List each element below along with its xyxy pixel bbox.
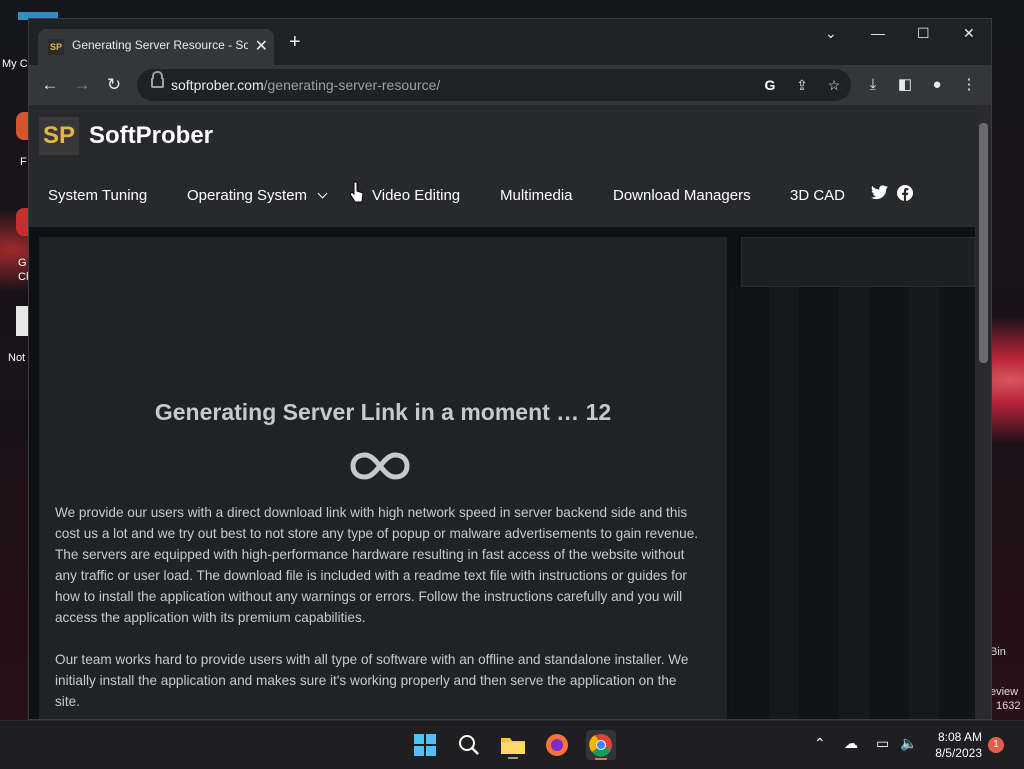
facebook-icon[interactable] bbox=[897, 185, 913, 205]
sidebar-widget bbox=[741, 237, 975, 287]
twitter-icon[interactable] bbox=[871, 185, 888, 204]
clock[interactable]: 8:08 AM 8/5/2023 bbox=[928, 729, 982, 761]
volume-icon[interactable]: 🔈 bbox=[900, 735, 917, 752]
notification-badge[interactable]: 1 bbox=[988, 737, 1004, 753]
chevron-down-icon bbox=[317, 188, 328, 199]
scrollbar[interactable] bbox=[975, 105, 991, 719]
chrome-icon[interactable] bbox=[586, 730, 616, 760]
desktop-icon-firefox[interactable] bbox=[16, 112, 28, 140]
forward-button[interactable]: → bbox=[70, 73, 94, 97]
firefox-icon[interactable] bbox=[542, 730, 572, 760]
taskbar: ⌃ ☁ ▭ 🔈 8:08 AM 8/5/2023 1 bbox=[0, 720, 1024, 769]
reload-button[interactable]: ↻ bbox=[102, 73, 126, 97]
background-pattern bbox=[729, 287, 975, 719]
desktop-label-review: eview bbox=[990, 686, 1019, 698]
new-tab-button[interactable]: + bbox=[289, 31, 301, 54]
scrollbar-thumb[interactable] bbox=[979, 123, 988, 363]
browser-toolbar: ← → ↻ softprober.com/generating-server-r… bbox=[29, 65, 991, 105]
browser-window: SP Generating Server Resource - SoftProb… bbox=[28, 18, 992, 720]
tab-search-chevron-icon[interactable]: ⌄ bbox=[825, 25, 837, 42]
hand-cursor-icon bbox=[350, 181, 364, 203]
side-panel-icon[interactable]: ◧ bbox=[895, 75, 915, 95]
paragraph-1: We provide our users with a direct downl… bbox=[55, 505, 699, 625]
desktop-label-number: 1632 bbox=[996, 700, 1021, 712]
lock-icon[interactable] bbox=[151, 71, 164, 88]
page-heading: Generating Server Link in a moment … 12 bbox=[154, 399, 612, 425]
main-content: Generating Server Link in a moment … 12 … bbox=[39, 237, 727, 719]
nav-system-tuning[interactable]: System Tuning bbox=[48, 187, 147, 204]
share-icon[interactable]: ⇪ bbox=[793, 76, 811, 94]
address-bar[interactable]: softprober.com/generating-server-resourc… bbox=[137, 69, 851, 101]
nav-operating-system[interactable]: Operating System bbox=[187, 187, 328, 204]
minimize-button[interactable]: — bbox=[871, 25, 885, 41]
tab-title: Generating Server Resource - SoftProber bbox=[72, 38, 248, 52]
desktop-label-bin: Bin bbox=[990, 646, 1006, 658]
site-logo[interactable]: SP bbox=[39, 117, 79, 155]
profile-icon[interactable]: ● bbox=[927, 75, 947, 95]
google-lens-icon[interactable]: G bbox=[761, 76, 779, 94]
site-name[interactable]: SoftProber bbox=[89, 122, 213, 150]
nav-download-managers[interactable]: Download Managers bbox=[613, 187, 751, 204]
clock-time: 8:08 AM bbox=[937, 730, 982, 744]
file-explorer-icon[interactable] bbox=[498, 730, 528, 760]
desktop-icon-label-f[interactable]: F bbox=[20, 156, 27, 168]
desktop-icon-chrome[interactable] bbox=[16, 208, 28, 236]
nav-video-editing[interactable]: Video Editing bbox=[372, 187, 460, 204]
clock-date: 8/5/2023 bbox=[935, 746, 982, 760]
desktop-icon-label-notepad[interactable]: Not bbox=[8, 352, 25, 364]
maximize-button[interactable]: ☐ bbox=[917, 25, 930, 42]
onedrive-icon[interactable]: ☁ bbox=[844, 735, 858, 752]
web-page: SP SoftProber System Tuning Operating Sy… bbox=[29, 105, 975, 719]
desktop-icon-notepad[interactable] bbox=[16, 306, 28, 336]
tab-close-icon[interactable]: ✕ bbox=[255, 36, 268, 56]
close-window-button[interactable]: ✕ bbox=[963, 25, 975, 42]
tray-overflow-chevron-icon[interactable]: ⌃ bbox=[814, 735, 826, 752]
site-header: SP SoftProber System Tuning Operating Sy… bbox=[29, 105, 975, 227]
browser-tab[interactable]: SP Generating Server Resource - SoftProb… bbox=[38, 29, 274, 65]
menu-kebab-icon[interactable]: ⋮ bbox=[959, 75, 979, 95]
bookmark-star-icon[interactable]: ☆ bbox=[825, 76, 843, 94]
nav-3d-cad[interactable]: 3D CAD bbox=[790, 187, 845, 204]
desktop-icon-label-computer[interactable]: My C bbox=[2, 58, 28, 70]
network-icon[interactable]: ▭ bbox=[876, 735, 889, 752]
tab-strip: SP Generating Server Resource - SoftProb… bbox=[29, 19, 991, 65]
search-icon[interactable] bbox=[454, 730, 484, 760]
infinity-loader-icon bbox=[350, 452, 410, 480]
paragraph-2: Our team works hard to provide users wit… bbox=[55, 652, 689, 709]
back-button[interactable]: ← bbox=[38, 73, 62, 97]
download-icon[interactable]: ⤓ bbox=[863, 75, 883, 95]
nav-multimedia[interactable]: Multimedia bbox=[500, 187, 573, 204]
tab-favicon-icon: SP bbox=[48, 39, 64, 55]
url-text[interactable]: softprober.com/generating-server-resourc… bbox=[171, 77, 440, 93]
start-button[interactable] bbox=[410, 730, 440, 760]
